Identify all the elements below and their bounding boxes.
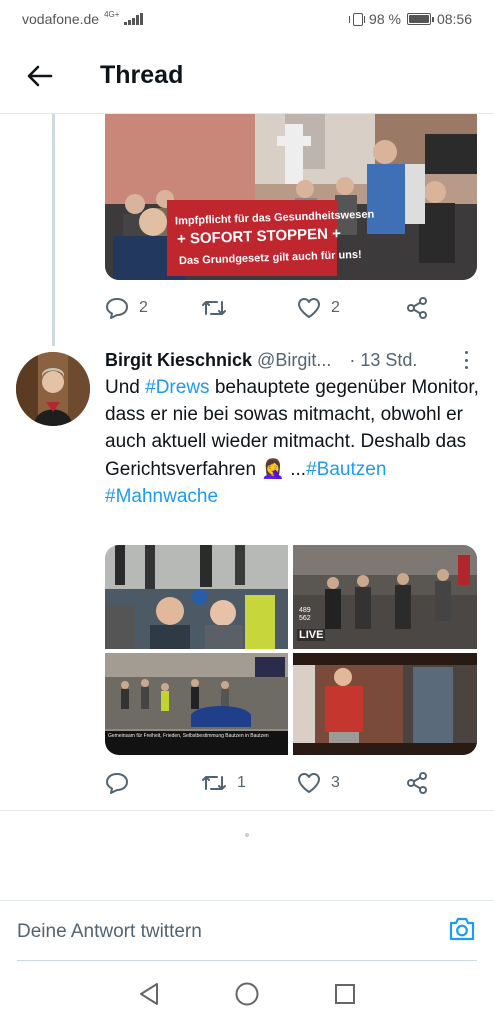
composer-underline [17, 960, 477, 961]
live-badge: LIVE [297, 629, 326, 641]
share-button[interactable] [405, 296, 429, 320]
viewer-counts: 489 562 [299, 607, 311, 623]
media-video-live[interactable]: 489 562 LIVE [293, 545, 477, 649]
tweet-text: Und #Drews behauptete gegenüber Monitor,… [105, 374, 479, 510]
network-type: 4G+ [104, 10, 120, 19]
retweet-count: 1 [237, 774, 246, 791]
retweet-button[interactable] [201, 298, 297, 318]
prev-tweet-actions: 2 2 [105, 290, 477, 326]
battery-icon [406, 13, 434, 25]
nav-back-button[interactable] [135, 980, 163, 1008]
reply-input-placeholder[interactable]: Deine Antwort twittern [17, 921, 202, 943]
vibrate-icon [349, 12, 366, 26]
back-button[interactable] [20, 56, 60, 96]
status-right: 98 % 08:56 [349, 11, 472, 27]
carrier-name: vodafone.de [22, 11, 100, 27]
reply-button[interactable] [105, 772, 201, 794]
divider [0, 810, 494, 811]
image-1-graphic [105, 545, 288, 649]
like-button[interactable]: 3 [297, 772, 393, 794]
media-video-car[interactable]: Gemeinsam für Freiheit, Frieden, Selbstb… [105, 653, 288, 755]
heart-icon [298, 773, 320, 793]
hashtag-drews[interactable]: #Drews [145, 377, 209, 398]
more-dot [465, 366, 468, 369]
tweet-header: Birgit Kieschnick @Birgit... · 13 Std. [105, 347, 477, 373]
viewers-a: 489 [299, 607, 311, 614]
like-button[interactable]: 2 [297, 297, 393, 319]
more-dot [465, 351, 468, 354]
app-header: Thread [0, 38, 494, 114]
battery-percent: 98 % [369, 11, 401, 27]
share-icon [407, 772, 427, 794]
nav-back-icon [140, 983, 158, 1005]
reply-icon [106, 773, 128, 794]
author-handle[interactable]: @Birgit... [257, 350, 331, 371]
thread-connector-line [52, 114, 55, 346]
retweet-icon [202, 301, 226, 315]
hashtag-mahnwache[interactable]: #Mahnwache [105, 486, 218, 507]
retweet-icon [202, 776, 226, 790]
reply-count: 2 [139, 299, 148, 316]
more-options-button[interactable] [465, 351, 469, 369]
hashtag-bautzen[interactable]: #Bautzen [306, 459, 386, 480]
retweet-button[interactable]: 1 [201, 773, 297, 793]
reply-button[interactable]: 2 [105, 297, 201, 319]
tweet-time[interactable]: 13 Std. [360, 350, 417, 371]
arrow-left-icon [27, 65, 53, 86]
prev-tweet-photo[interactable]: Impfpflicht für das Gesundheitswesen + S… [105, 114, 477, 280]
facepalm-emoji: 🤦‍♀️ [261, 458, 285, 480]
tweet-actions: 1 3 [105, 765, 477, 801]
tweet-time-separator: · [349, 349, 356, 370]
tweet-text-3: ... [284, 458, 307, 480]
like-count: 3 [331, 774, 340, 791]
tweet-text-1: Und [105, 377, 146, 398]
clock: 08:56 [436, 11, 472, 27]
page-title: Thread [100, 61, 184, 89]
image-3-graphic [105, 653, 288, 755]
nav-home-button[interactable] [233, 980, 261, 1008]
video-caption: Gemeinsam für Freiheit, Frieden, Selbstb… [108, 733, 269, 739]
status-left: vodafone.de 4G+ [22, 11, 143, 27]
share-button[interactable] [405, 771, 429, 795]
camera-button[interactable] [448, 916, 476, 947]
avatar[interactable] [16, 352, 90, 426]
media-video-man[interactable] [293, 653, 477, 755]
image-4-graphic [293, 653, 477, 755]
share-icon [407, 297, 427, 319]
battery-fill [408, 15, 429, 23]
more-dot [465, 358, 468, 362]
system-nav-bar [0, 964, 494, 1024]
signal-icon [124, 13, 143, 25]
author-name[interactable]: Birgit Kieschnick [105, 350, 252, 371]
camera-icon [449, 917, 475, 941]
loading-dot [245, 833, 249, 837]
nav-recents-icon [335, 984, 355, 1004]
media-image-1[interactable] [105, 545, 288, 649]
nav-recents-button[interactable] [331, 980, 359, 1008]
avatar-photo [16, 352, 90, 426]
heart-icon [298, 298, 320, 318]
nav-home-icon [235, 982, 259, 1006]
like-count: 2 [331, 299, 340, 316]
reply-icon [106, 298, 128, 319]
viewers-b: 562 [299, 615, 311, 622]
status-bar: vodafone.de 4G+ 98 % 08:56 [0, 0, 494, 38]
reply-composer[interactable]: Deine Antwort twittern [0, 900, 494, 962]
